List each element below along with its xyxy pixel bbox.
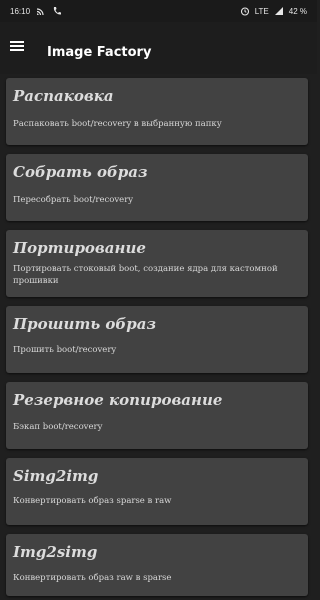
card-title: Simg2img — [13, 467, 99, 485]
card-description: Прошить boot/recovery — [13, 345, 117, 355]
wifi-calling-icon — [53, 7, 62, 15]
card-title: Резервное копирование — [13, 391, 223, 409]
card-unpack[interactable]: Распаковка Распаковать boot/recovery в в… — [6, 78, 308, 145]
card-title: Прошить образ — [13, 315, 157, 333]
status-time: 16:10 — [10, 6, 31, 16]
card-title: Собрать образ — [13, 163, 148, 181]
status-bar: 16:10 LTE 42 % — [0, 0, 317, 22]
alarm-icon — [240, 7, 249, 16]
signal-icon — [274, 7, 283, 15]
cast-icon — [36, 8, 44, 16]
card-porting[interactable]: Портирование Портировать стоковый boot, … — [6, 230, 308, 297]
card-title: Портирование — [13, 239, 146, 257]
card-build-image[interactable]: Собрать образ Пересобрать boot/recovery — [6, 154, 308, 221]
card-description: Пересобрать boot/recovery — [13, 195, 134, 205]
network-type: LTE — [254, 6, 269, 16]
card-description: Распаковать boot/recovery в выбранную па… — [13, 119, 222, 129]
card-title: Img2simg — [13, 543, 98, 561]
app-bar: Image Factory — [0, 22, 317, 74]
card-description: Бэкап boot/recovery — [13, 422, 103, 432]
card-description: Портировать стоковый boot, создание ядра… — [13, 264, 278, 286]
card-backup[interactable]: Резервное копирование Бэкап boot/recover… — [6, 382, 308, 449]
hamburger-menu-icon[interactable] — [10, 39, 24, 53]
card-title: Распаковка — [13, 87, 114, 105]
card-description: Конвертировать образ sparse в raw — [13, 496, 172, 506]
battery-percent: 42 % — [288, 6, 307, 16]
card-flash-image[interactable]: Прошить образ Прошить boot/recovery — [6, 306, 308, 373]
card-img2simg[interactable]: Img2simg Конвертировать образ raw в spar… — [6, 534, 308, 596]
card-simg2img[interactable]: Simg2img Конвертировать образ sparse в r… — [6, 458, 308, 525]
card-description: Конвертировать образ raw в sparse — [13, 573, 172, 583]
app-title: Image Factory — [47, 45, 152, 60]
